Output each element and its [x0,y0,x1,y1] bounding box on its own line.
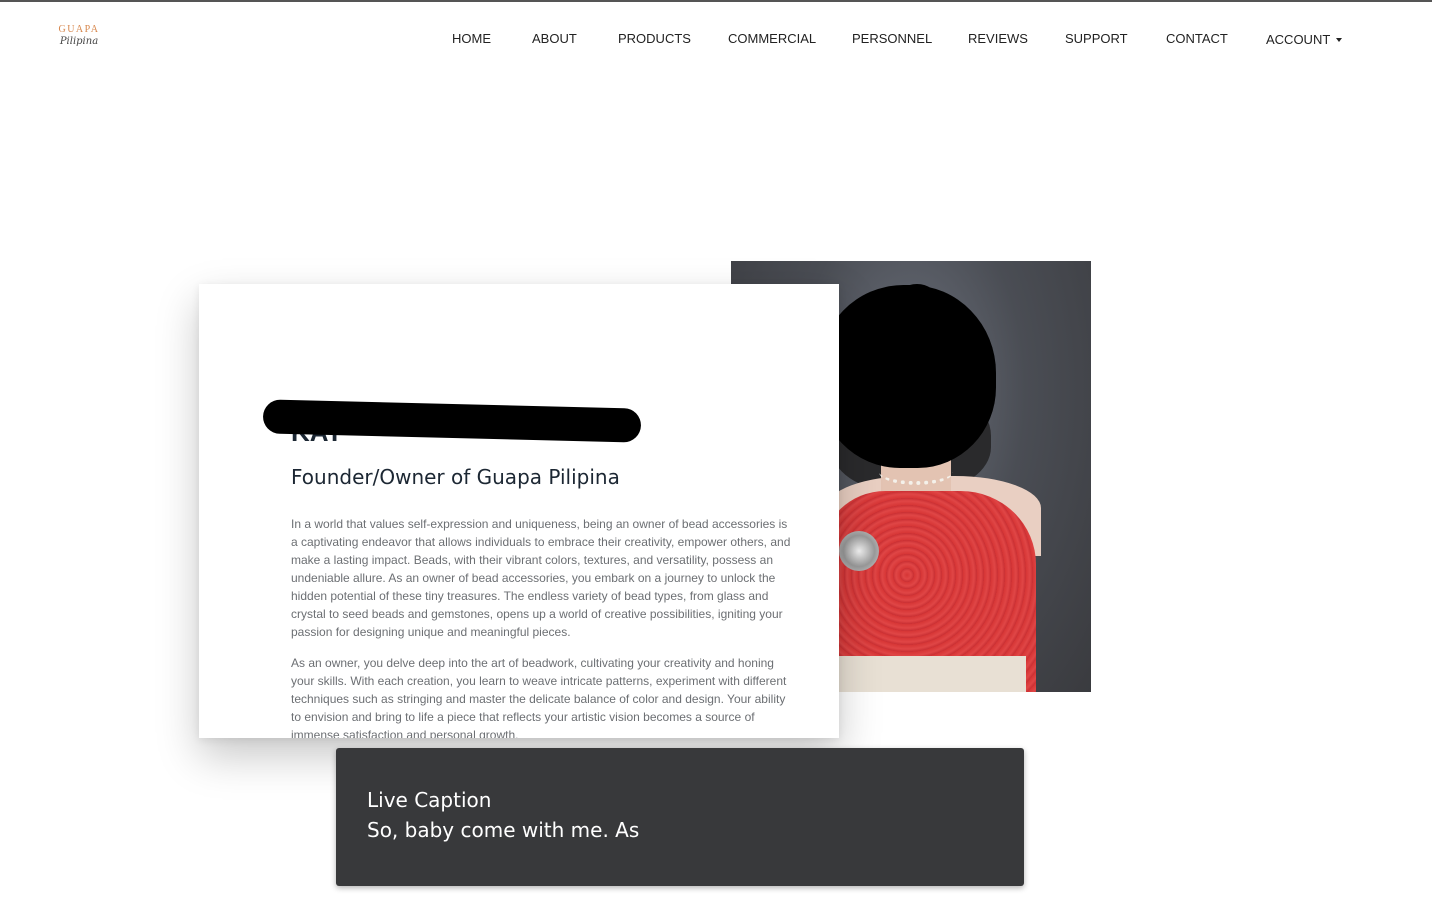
caret-down-icon [1336,37,1343,42]
nav-commercial[interactable]: COMMERCIAL [728,30,816,48]
face-redaction [818,285,996,468]
founder-role: Founder/Owner of Guapa Pilipina [291,465,620,489]
bio-paragraph: As an owner, you delve deep into the art… [291,656,787,738]
nav-reviews[interactable]: REVIEWS [968,30,1028,48]
bio-paragraph: In a world that values self-expression a… [291,517,791,639]
nav-personnel[interactable]: PERSONNEL [852,30,932,48]
nav-account-label: ACCOUNT [1266,32,1331,47]
main-nav: HOME ABOUT PRODUCTS COMMERCIAL PERSONNEL… [0,30,1432,52]
nav-home[interactable]: HOME [452,30,491,48]
live-caption-panel[interactable]: Live Caption So, baby come with me. As [336,748,1024,886]
live-caption-text: So, baby come with me. As [367,818,640,842]
nav-products[interactable]: PRODUCTS [618,30,691,48]
founder-card: KAT Founder/Owner of Guapa Pilipina In a… [199,284,839,738]
nav-contact[interactable]: CONTACT [1166,30,1228,48]
live-caption-title: Live Caption [367,788,492,812]
brooch [839,531,879,571]
nav-about[interactable]: ABOUT [532,30,577,48]
nav-support[interactable]: SUPPORT [1065,30,1128,48]
nav-account-dropdown[interactable]: ACCOUNT [1266,31,1343,49]
founder-bio: In a world that values self-expression a… [291,515,791,738]
